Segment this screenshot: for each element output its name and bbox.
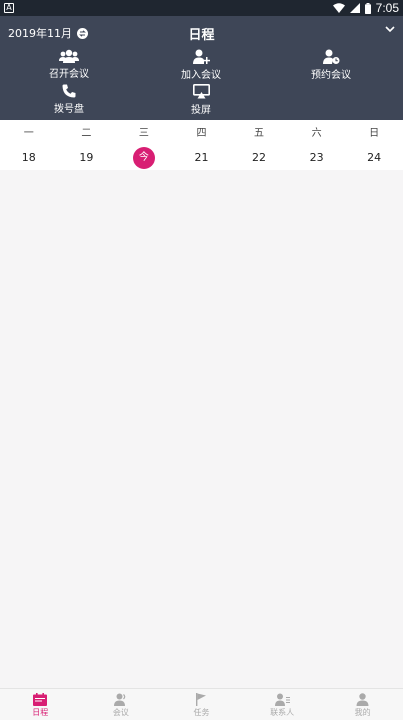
dialpad-label: 拨号盘	[54, 104, 84, 115]
status-bar: A 7:05	[0, 0, 403, 16]
weekday-header-row: 一 二 三 四 五 六 日	[0, 124, 403, 139]
start-meeting-button[interactable]: 召开会议	[24, 49, 114, 80]
meeting-icon	[113, 693, 126, 706]
day-cell[interactable]: 18	[0, 147, 58, 169]
calendar-icon	[33, 693, 48, 706]
week-calendar: 一 二 三 四 五 六 日 18 19 今 21 22 23 24	[0, 120, 403, 170]
cast-screen-icon	[192, 84, 210, 99]
wifi-icon	[332, 3, 345, 13]
bottom-tab-bar: 日程 会议 任务 联系人 我的	[0, 688, 403, 720]
chevron-down-icon[interactable]	[385, 26, 395, 33]
schedule-meeting-button[interactable]: 预约会议	[286, 49, 376, 81]
day-cell[interactable]: 21	[173, 147, 231, 169]
tab-tasks[interactable]: 任务	[161, 689, 242, 720]
flag-icon	[196, 693, 207, 706]
tab-tasks-label: 任务	[193, 708, 210, 717]
profile-icon	[356, 693, 369, 706]
person-add-icon	[192, 49, 210, 64]
tab-contacts[interactable]: 联系人	[242, 689, 323, 720]
day-row: 18 19 今 21 22 23 24	[0, 147, 403, 169]
day-cell[interactable]: 24	[345, 147, 403, 169]
person-clock-icon	[322, 49, 339, 64]
group-icon	[59, 49, 79, 63]
join-meeting-button[interactable]: 加入会议	[156, 49, 246, 81]
weekday-label: 六	[311, 128, 322, 139]
join-meeting-label: 加入会议	[181, 70, 221, 81]
day-cell[interactable]: 23	[288, 147, 346, 169]
weekday-label: 一	[23, 128, 34, 139]
tab-meeting-label: 会议	[112, 708, 129, 717]
page-title: 日程	[188, 28, 215, 43]
phone-icon	[62, 84, 76, 98]
weekday-label: 日	[369, 128, 380, 139]
contacts-icon	[274, 693, 290, 706]
screen-cast-label: 投屏	[191, 105, 211, 116]
tab-profile-label: 我的	[354, 708, 371, 717]
battery-icon	[364, 2, 371, 14]
header: 2019年11月 日程 召开会议 加入会议 预约会议 拨号盘 投屏	[0, 16, 403, 120]
tab-profile[interactable]: 我的	[322, 689, 403, 720]
app-notification-icon: A	[4, 3, 14, 13]
tab-schedule[interactable]: 日程	[0, 689, 81, 720]
day-cell[interactable]: 22	[230, 147, 288, 169]
weekday-label: 五	[254, 128, 265, 139]
weekday-label: 三	[138, 128, 149, 139]
tab-contacts-label: 联系人	[270, 708, 295, 717]
schedule-meeting-label: 预约会议	[311, 70, 351, 81]
day-cell[interactable]: 19	[58, 147, 116, 169]
screen-cast-button[interactable]: 投屏	[156, 84, 246, 116]
schedule-list-area	[0, 170, 403, 688]
weekday-label: 四	[196, 128, 207, 139]
today-badge: 今	[132, 147, 155, 169]
today-cell[interactable]: 今	[115, 147, 173, 169]
weekday-label: 二	[81, 128, 92, 139]
start-meeting-label: 召开会议	[49, 69, 89, 80]
clock: 7:05	[375, 1, 399, 15]
tab-schedule-label: 日程	[32, 708, 49, 717]
signal-icon	[349, 3, 360, 13]
dialpad-button[interactable]: 拨号盘	[24, 84, 114, 115]
tab-meeting[interactable]: 会议	[81, 689, 162, 720]
